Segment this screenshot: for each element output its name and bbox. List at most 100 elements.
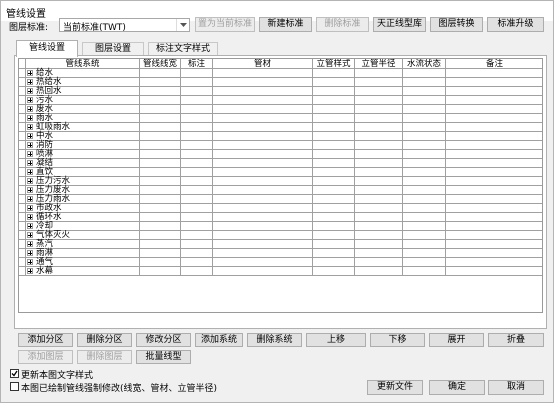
table-cell[interactable] xyxy=(403,249,446,258)
table-cell[interactable] xyxy=(313,213,355,222)
table-cell[interactable] xyxy=(313,141,355,150)
table-cell[interactable] xyxy=(181,114,213,123)
table-cell[interactable] xyxy=(313,204,355,213)
standard-upgrade-button[interactable]: 标准升级 xyxy=(487,17,544,32)
table-row[interactable]: 热回水 xyxy=(19,87,542,96)
table-cell[interactable] xyxy=(213,114,313,123)
expand-plus-icon[interactable] xyxy=(27,142,33,148)
expand-plus-icon[interactable] xyxy=(27,79,33,85)
delete-system-button[interactable]: 删除系统 xyxy=(247,333,302,347)
table-cell[interactable] xyxy=(403,96,446,105)
table-cell[interactable] xyxy=(213,195,313,204)
table-cell[interactable] xyxy=(355,141,403,150)
table-cell[interactable] xyxy=(140,177,181,186)
table-cell[interactable] xyxy=(181,123,213,132)
table-cell[interactable] xyxy=(355,78,403,87)
table-cell[interactable] xyxy=(355,258,403,267)
delete-standard-button[interactable]: 删除标准 xyxy=(316,17,369,32)
table-cell[interactable] xyxy=(355,105,403,114)
table-row[interactable]: 直饮 xyxy=(19,168,542,177)
expand-button[interactable]: 展开 xyxy=(429,333,484,347)
table-cell[interactable] xyxy=(213,159,313,168)
table-cell[interactable] xyxy=(140,267,181,276)
table-cell[interactable] xyxy=(140,123,181,132)
table-cell[interactable] xyxy=(355,204,403,213)
move-up-button[interactable]: 上移 xyxy=(306,333,366,347)
table-cell[interactable] xyxy=(213,78,313,87)
table-cell[interactable] xyxy=(403,222,446,231)
table-cell[interactable] xyxy=(403,150,446,159)
table-cell[interactable] xyxy=(446,222,542,231)
table-cell[interactable] xyxy=(213,141,313,150)
table-row[interactable]: 凝结 xyxy=(19,159,542,168)
table-cell[interactable] xyxy=(446,213,542,222)
table-cell[interactable] xyxy=(355,177,403,186)
table-cell[interactable] xyxy=(181,78,213,87)
table-cell[interactable] xyxy=(355,168,403,177)
table-cell[interactable] xyxy=(403,186,446,195)
table-cell[interactable] xyxy=(403,231,446,240)
table-cell[interactable] xyxy=(446,258,542,267)
expand-plus-icon[interactable] xyxy=(27,196,33,202)
column-header-riser-style[interactable]: 立管样式 xyxy=(313,59,355,69)
table-cell[interactable] xyxy=(213,177,313,186)
collapse-button[interactable]: 折叠 xyxy=(488,333,544,347)
table-cell[interactable] xyxy=(213,132,313,141)
table-row[interactable]: 压力废水 xyxy=(19,186,542,195)
table-row[interactable]: 消防 xyxy=(19,141,542,150)
table-cell[interactable] xyxy=(403,177,446,186)
table-row[interactable]: 虹吸雨水 xyxy=(19,123,542,132)
standard-select[interactable]: 当前标准(TWT) xyxy=(59,18,190,33)
table-cell[interactable] xyxy=(355,195,403,204)
force-modify-checkbox[interactable] xyxy=(10,382,19,391)
table-cell[interactable] xyxy=(213,186,313,195)
table-cell[interactable] xyxy=(213,96,313,105)
table-cell[interactable] xyxy=(140,195,181,204)
table-row[interactable]: 压力雨水 xyxy=(19,195,542,204)
table-cell[interactable] xyxy=(313,69,355,78)
table-cell[interactable] xyxy=(140,249,181,258)
table-cell[interactable] xyxy=(140,132,181,141)
expand-plus-icon[interactable] xyxy=(27,106,33,112)
expand-plus-icon[interactable] xyxy=(27,97,33,103)
table-cell[interactable] xyxy=(140,159,181,168)
table-cell[interactable] xyxy=(446,186,542,195)
tab-layer-settings[interactable]: 图层设置 xyxy=(82,42,144,56)
add-layer-button[interactable]: 添加图层 xyxy=(18,350,73,364)
table-cell[interactable] xyxy=(313,87,355,96)
table-cell[interactable] xyxy=(181,258,213,267)
table-cell[interactable] xyxy=(446,96,542,105)
expand-plus-icon[interactable] xyxy=(27,241,33,247)
table-row[interactable]: 废水 xyxy=(19,105,542,114)
table-cell[interactable] xyxy=(313,114,355,123)
table-cell[interactable] xyxy=(181,213,213,222)
table-cell[interactable] xyxy=(213,204,313,213)
table-cell[interactable] xyxy=(313,267,355,276)
expand-plus-icon[interactable] xyxy=(27,187,33,193)
table-cell[interactable] xyxy=(355,114,403,123)
table-cell[interactable] xyxy=(213,258,313,267)
table-cell[interactable] xyxy=(355,222,403,231)
table-cell[interactable] xyxy=(403,168,446,177)
table-cell[interactable] xyxy=(403,258,446,267)
add-system-button[interactable]: 添加系统 xyxy=(195,333,243,347)
table-cell[interactable] xyxy=(313,258,355,267)
chevron-down-icon[interactable] xyxy=(176,19,189,31)
column-header-riser-radius[interactable]: 立管半径 xyxy=(355,59,403,69)
table-cell[interactable] xyxy=(355,123,403,132)
table-cell[interactable] xyxy=(181,240,213,249)
table-cell[interactable] xyxy=(213,87,313,96)
table-cell[interactable] xyxy=(446,87,542,96)
table-cell[interactable] xyxy=(313,96,355,105)
table-row[interactable]: 冷却 xyxy=(19,222,542,231)
table-cell[interactable] xyxy=(446,231,542,240)
expand-plus-icon[interactable] xyxy=(27,169,33,175)
table-cell[interactable] xyxy=(313,231,355,240)
table-row[interactable]: 喷淋 xyxy=(19,150,542,159)
expand-plus-icon[interactable] xyxy=(27,250,33,256)
delete-zone-button[interactable]: 删除分区 xyxy=(77,333,132,347)
table-cell[interactable] xyxy=(181,249,213,258)
table-row[interactable]: 雨水 xyxy=(19,114,542,123)
table-cell[interactable] xyxy=(403,132,446,141)
table-cell[interactable] xyxy=(213,267,313,276)
